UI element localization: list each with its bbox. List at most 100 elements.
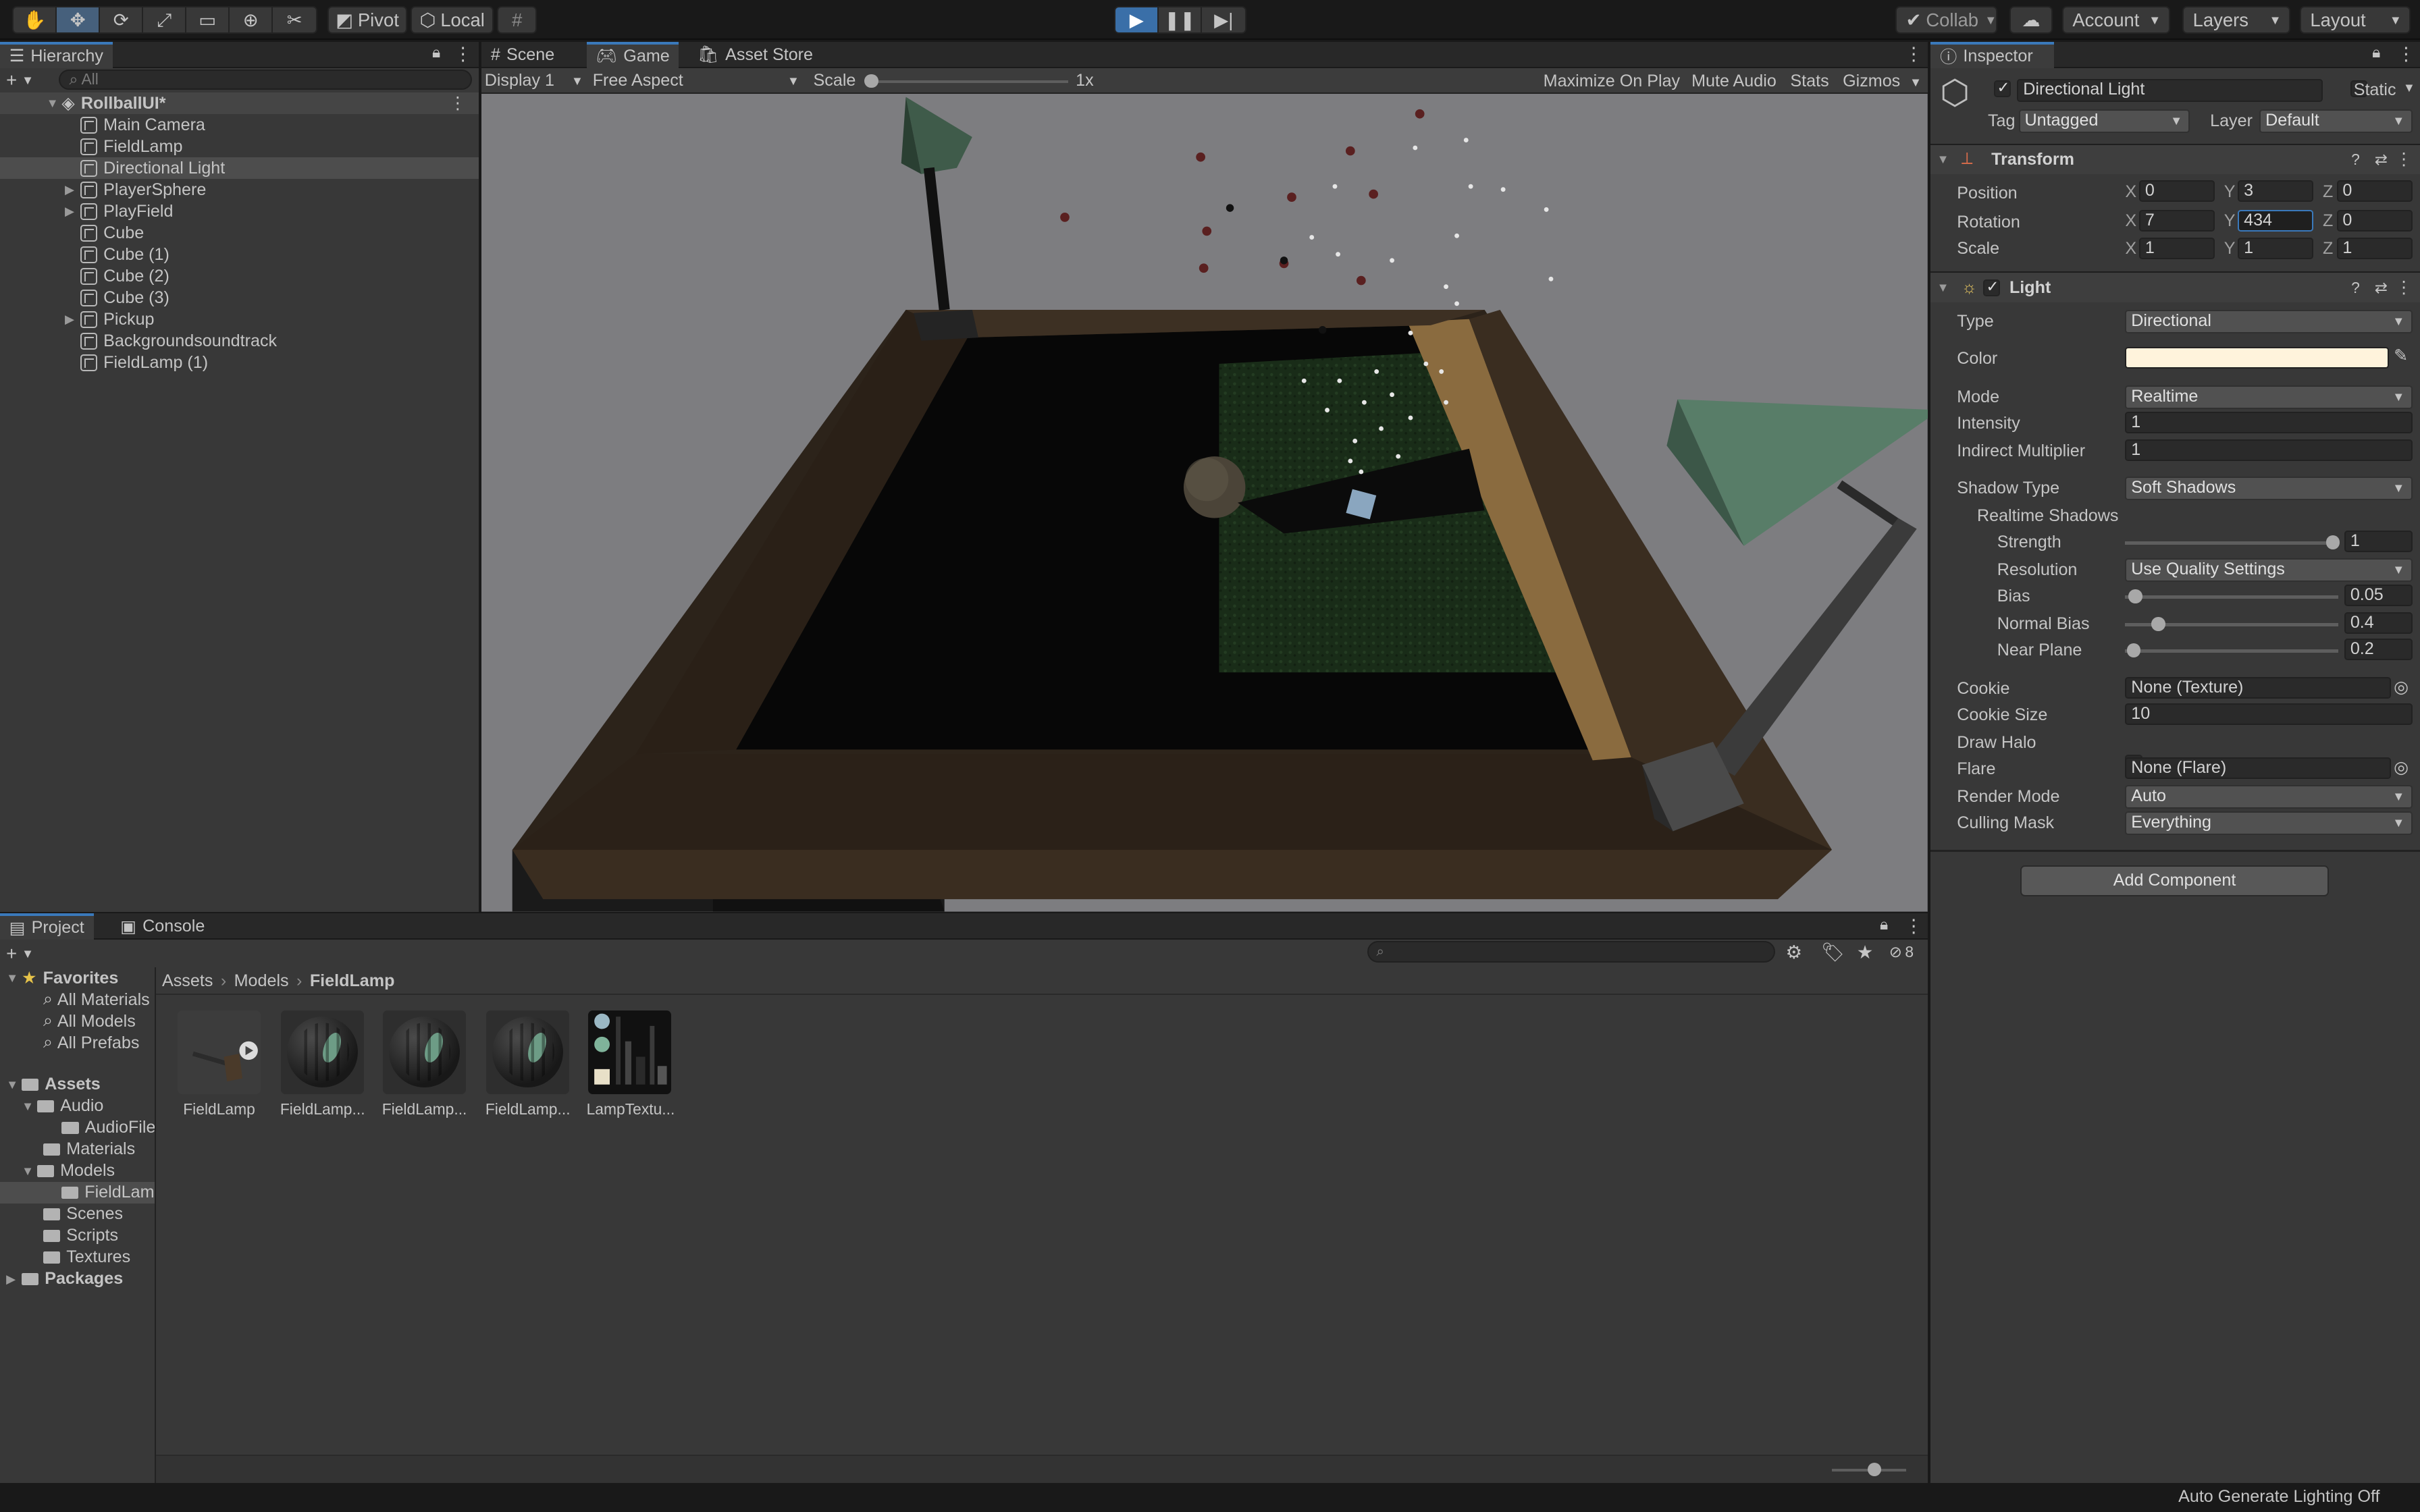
chevron-right-icon[interactable]: ▶	[65, 312, 80, 327]
mode-dropdown[interactable]: Realtime ▼	[2125, 385, 2413, 409]
hierarchy-item[interactable]: Cube	[0, 222, 479, 244]
scale-slider-handle[interactable]	[864, 74, 878, 88]
assets-folder-row[interactable]: ▼ Assets	[0, 1074, 101, 1096]
presets-icon[interactable]: ⇄	[2375, 279, 2388, 297]
kebab-menu-icon[interactable]: ⋮	[2395, 277, 2412, 298]
transform-header[interactable]: ▼ ⟂ Transform ? ⇄ ⋮	[1930, 143, 2420, 175]
hierarchy-search-input[interactable]: ⌕ All	[58, 69, 473, 90]
favorite-item-all-prefabs[interactable]: ⌕ All Prefabs	[43, 1032, 139, 1054]
grid-snap-button[interactable]: #	[496, 6, 537, 34]
local-button[interactable]: ⬡ Local	[410, 6, 494, 34]
asset-fieldlamp-material-2[interactable]: FieldLamp...	[382, 1010, 468, 1118]
folder-fieldlamp[interactable]: FieldLam	[0, 1181, 155, 1204]
help-icon[interactable]: ?	[2351, 279, 2360, 297]
move-tool-icon[interactable]: ✥	[57, 7, 101, 32]
create-button[interactable]: + ▼	[6, 70, 49, 91]
near-plane-slider[interactable]	[2125, 649, 2338, 653]
hand-tool-icon[interactable]: ✋	[14, 7, 57, 32]
custom-tool-icon[interactable]: ✂	[273, 7, 316, 32]
game-view[interactable]	[481, 94, 1928, 912]
indirect-multiplier-field[interactable]: 1	[2125, 439, 2413, 462]
step-button[interactable]: ▶|	[1202, 7, 1245, 32]
favorite-item-all-models[interactable]: ⌕ All Models	[43, 1010, 136, 1032]
resolution-dropdown[interactable]: Use Quality Settings ▼	[2125, 558, 2413, 582]
lock-icon[interactable]: 🔒︎	[1880, 916, 1888, 932]
layers-dropdown[interactable]: Layers ▼	[2182, 6, 2290, 34]
object-name-field[interactable]: Directional Light	[2017, 78, 2323, 102]
create-asset-button[interactable]: + ▼	[6, 943, 49, 965]
chevron-down-icon[interactable]: ▼	[2403, 80, 2415, 95]
bias-slider-handle[interactable]	[2128, 589, 2142, 603]
hierarchy-item[interactable]: FieldLamp	[0, 136, 479, 157]
kebab-menu-icon[interactable]: ⋮	[454, 45, 472, 63]
normal-bias-slider-handle[interactable]	[2151, 617, 2165, 631]
tab-project[interactable]: ▤ Project	[0, 913, 94, 940]
active-checkbox[interactable]	[1994, 78, 2011, 97]
layer-dropdown[interactable]: Default ▼	[2259, 109, 2413, 133]
folder-textures[interactable]: Textures	[43, 1247, 130, 1268]
tab-asset-store[interactable]: 🛍︎ Asset Store	[688, 42, 822, 68]
gizmos-dropdown[interactable]: Gizmos ▼	[1840, 70, 1925, 92]
add-component-button[interactable]: Add Component	[2020, 865, 2330, 896]
rotation-y-field[interactable]: 434	[2238, 209, 2314, 232]
filter-type-icon[interactable]: ⚙	[1786, 942, 1803, 961]
account-dropdown[interactable]: Account ▼	[2061, 6, 2170, 34]
bias-field[interactable]: 0.05	[2344, 585, 2413, 607]
object-picker-icon[interactable]: ◎	[2394, 677, 2409, 697]
intensity-field[interactable]: 1	[2125, 412, 2413, 434]
asset-fieldlamp-material-3[interactable]: FieldLamp...	[485, 1010, 571, 1118]
presets-icon[interactable]: ⇄	[2375, 151, 2388, 169]
breadcrumb-assets[interactable]: Assets	[162, 971, 213, 991]
culling-mask-dropdown[interactable]: Everything ▼	[2125, 811, 2413, 835]
collab-dropdown[interactable]: ✔ Collab ▼	[1895, 6, 1997, 34]
shadow-type-dropdown[interactable]: Soft Shadows ▼	[2125, 477, 2413, 500]
folder-audio[interactable]: ▼ Audio	[22, 1096, 103, 1117]
breadcrumb-fieldlamp[interactable]: FieldLamp	[310, 971, 395, 991]
render-mode-dropdown[interactable]: Auto ▼	[2125, 785, 2413, 809]
kebab-menu-icon[interactable]: ⋮	[1905, 916, 1923, 935]
hierarchy-item[interactable]: ▶ PlayField	[0, 200, 479, 222]
cookie-size-field[interactable]: 10	[2125, 703, 2413, 726]
rotation-z-field[interactable]: 0	[2336, 209, 2413, 232]
position-x-field[interactable]: 0	[2138, 180, 2215, 202]
lock-icon[interactable]: 🔒︎	[2372, 45, 2380, 60]
hierarchy-item[interactable]: ▶ Pickup	[0, 308, 479, 330]
aspect-dropdown[interactable]: Free Aspect ▼	[593, 70, 803, 92]
hierarchy-item[interactable]: Cube (1)	[0, 244, 479, 265]
position-z-field[interactable]: 0	[2336, 180, 2413, 202]
scale-tool-icon[interactable]: ⤢	[143, 7, 187, 32]
maximize-on-play-button[interactable]: Maximize On Play	[1540, 70, 1683, 92]
hierarchy-item[interactable]: Directional Light	[0, 157, 479, 180]
cookie-field[interactable]: None (Texture)	[2125, 677, 2391, 699]
scene-row[interactable]: ▼ ◈ RollballUI* ⋮	[0, 92, 479, 115]
chevron-right-icon[interactable]: ▶	[65, 182, 80, 197]
normal-bias-field[interactable]: 0.4	[2344, 612, 2413, 634]
packages-folder-row[interactable]: ▶ Packages	[0, 1268, 123, 1290]
icon-size-slider-handle[interactable]	[1867, 1462, 1882, 1477]
scale-x-field[interactable]: 1	[2138, 237, 2215, 259]
rotate-tool-icon[interactable]: ⟳	[100, 7, 144, 32]
hierarchy-item[interactable]: ▶ PlayerSphere	[0, 179, 479, 200]
lighting-status[interactable]: Auto Generate Lighting Off	[2178, 1487, 2379, 1507]
hierarchy-item[interactable]: Main Camera	[0, 114, 479, 136]
help-icon[interactable]: ?	[2351, 151, 2360, 169]
tag-dropdown[interactable]: Untagged ▼	[2018, 109, 2190, 133]
cloud-button[interactable]: ☁	[2009, 6, 2053, 34]
favorite-item-all-materials[interactable]: ⌕ All Materials	[43, 989, 150, 1010]
asset-fieldlamp-model[interactable]: FieldLamp	[176, 1010, 263, 1118]
hierarchy-item[interactable]: Backgroundsoundtrack	[0, 330, 479, 352]
type-dropdown[interactable]: Directional ▼	[2125, 310, 2413, 333]
mute-audio-button[interactable]: Mute Audio	[1689, 70, 1780, 92]
transform-tool-icon[interactable]: ⊕	[230, 7, 273, 32]
folder-scenes[interactable]: Scenes	[43, 1204, 123, 1225]
display-dropdown[interactable]: Display 1 ▼	[485, 70, 587, 92]
kebab-menu-icon[interactable]: ⋮	[2395, 149, 2412, 169]
kebab-menu-icon[interactable]: ⋮	[2397, 45, 2415, 63]
folder-models[interactable]: ▼ Models	[22, 1160, 115, 1182]
breadcrumb-models[interactable]: Models	[234, 971, 289, 991]
layout-dropdown[interactable]: Layout ▼	[2299, 6, 2411, 34]
hidden-packages-toggle[interactable]: ⊘ 8	[1889, 943, 1914, 961]
light-enabled-checkbox[interactable]	[1983, 277, 2001, 296]
object-picker-icon[interactable]: ◎	[2394, 757, 2409, 778]
tab-inspector[interactable]: ⓘ Inspector	[1930, 41, 2055, 68]
